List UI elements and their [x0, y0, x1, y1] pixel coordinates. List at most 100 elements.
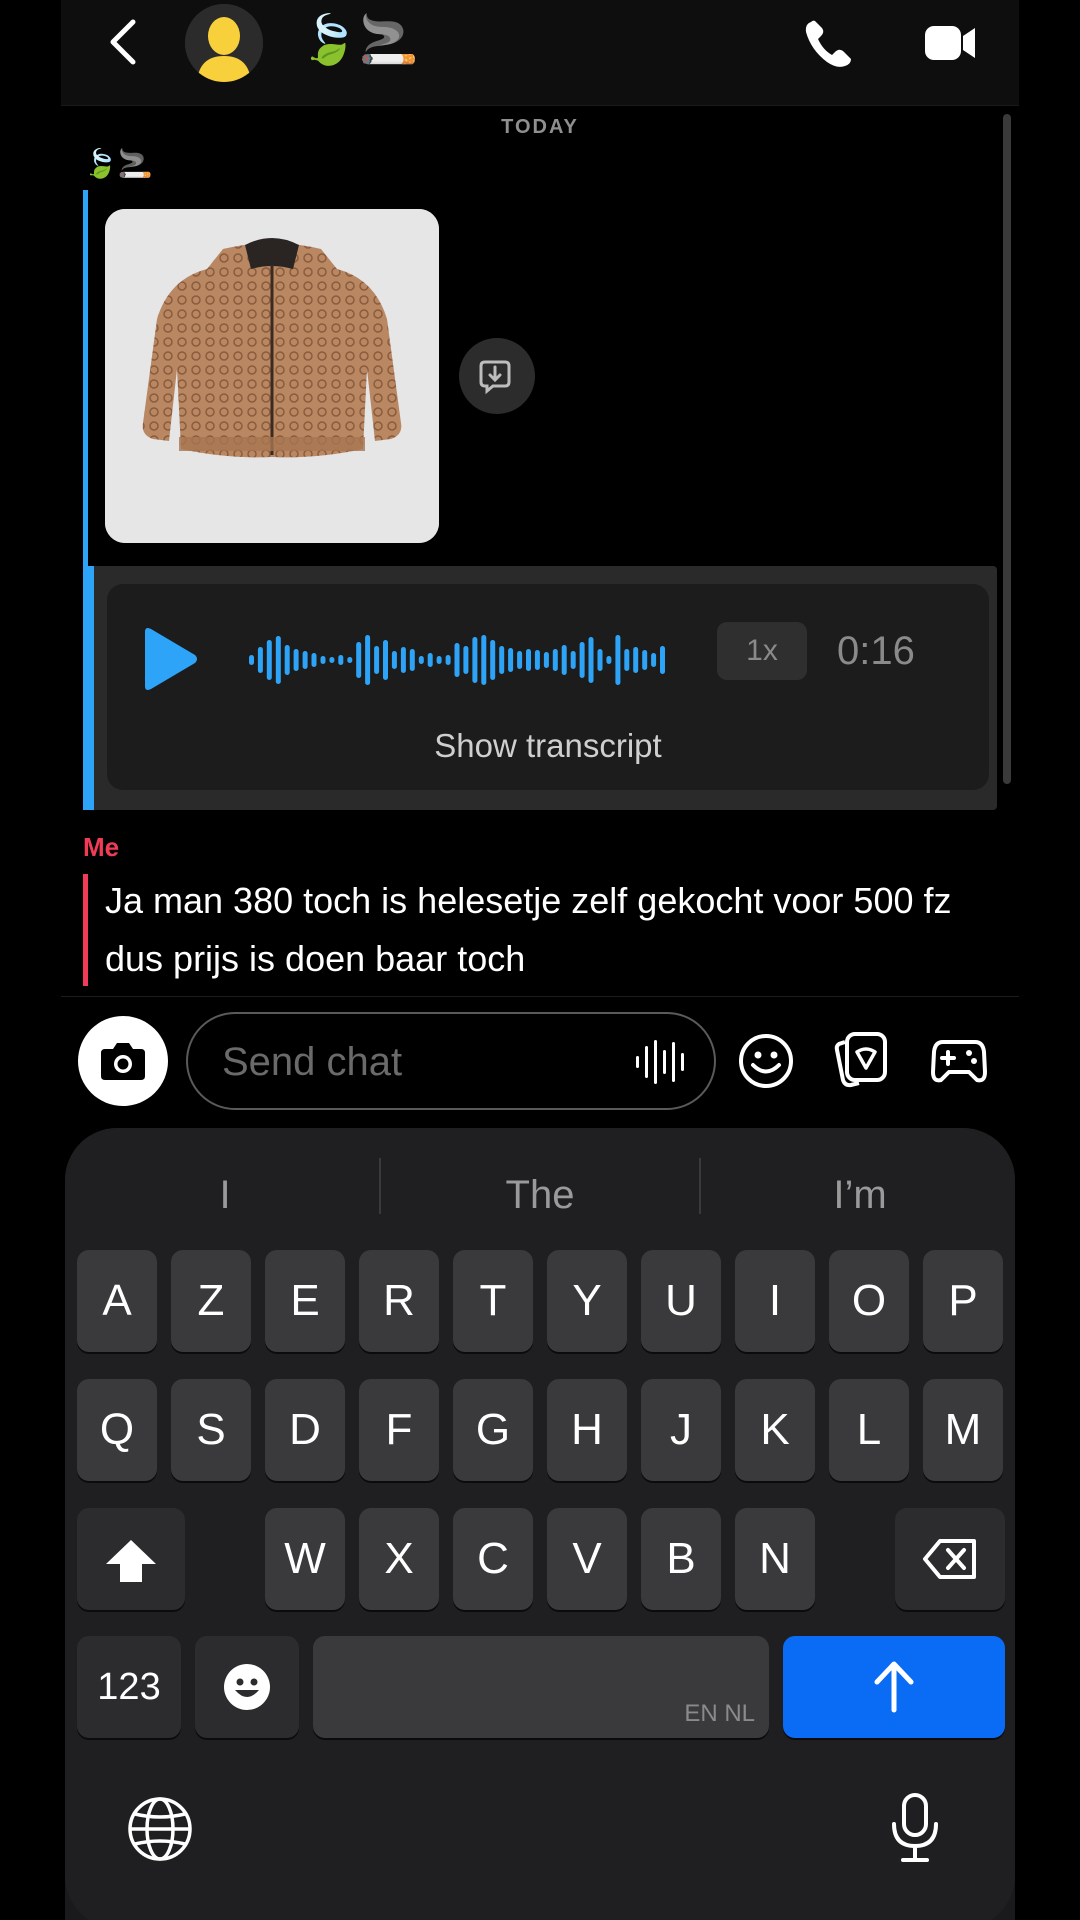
- suggestion-2[interactable]: The: [395, 1160, 685, 1230]
- sticker-button[interactable]: [833, 1030, 891, 1090]
- video-camera-icon: [925, 26, 975, 60]
- friend-message-bar: [83, 190, 88, 566]
- key-y[interactable]: Y: [547, 1250, 627, 1352]
- scrollbar[interactable]: [1003, 114, 1011, 784]
- waveform-bar: [311, 653, 317, 667]
- gamepad-icon: [931, 1040, 987, 1083]
- waveform-bar: [436, 656, 442, 664]
- my-message-bar: [83, 874, 88, 986]
- waveform-bar: [543, 652, 549, 668]
- my-message-text: Ja man 380 toch is helesetje zelf gekoch…: [105, 880, 952, 979]
- key-f[interactable]: F: [359, 1379, 439, 1481]
- games-button[interactable]: [931, 1036, 987, 1086]
- key-t[interactable]: T: [453, 1250, 533, 1352]
- waveform-bar: [347, 657, 353, 663]
- jacket-photo: [105, 209, 439, 543]
- waveform-bar: [651, 653, 657, 667]
- friend-avatar[interactable]: [185, 4, 263, 82]
- emoji-keyboard-icon: [224, 1664, 270, 1710]
- key-k[interactable]: K: [735, 1379, 815, 1481]
- voice-call-button[interactable]: [801, 18, 857, 70]
- key-c[interactable]: C: [453, 1508, 533, 1610]
- key-v[interactable]: V: [547, 1508, 627, 1610]
- play-button[interactable]: [137, 626, 199, 692]
- waveform-bar: [302, 651, 308, 669]
- key-n[interactable]: N: [735, 1508, 815, 1610]
- backspace-icon: [923, 1539, 976, 1579]
- voice-note-card: 1x 0:16 Show transcript: [107, 584, 989, 790]
- playback-speed-button[interactable]: 1x: [717, 622, 807, 680]
- backspace-key[interactable]: [895, 1508, 1005, 1610]
- waveform-bar: [249, 655, 254, 665]
- key-s[interactable]: S: [171, 1379, 251, 1481]
- chat-title[interactable]: 🍃🚬: [299, 10, 419, 70]
- waveform-bar: [365, 635, 371, 685]
- save-to-chat-icon: [479, 360, 511, 395]
- key-o[interactable]: O: [829, 1250, 909, 1352]
- key-q[interactable]: Q: [77, 1379, 157, 1481]
- waveform-bar: [463, 646, 469, 674]
- emoji-button[interactable]: [737, 1032, 795, 1090]
- key-g[interactable]: G: [453, 1379, 533, 1481]
- phone-icon: [805, 20, 851, 67]
- back-button[interactable]: [101, 16, 145, 68]
- chat-header: 🍃🚬: [61, 0, 1019, 106]
- key-e[interactable]: E: [265, 1250, 345, 1352]
- keyboard-panel: I The I’m 123 EN NL A Z E R T Y U I O P …: [65, 1128, 1015, 1920]
- key-x[interactable]: X: [359, 1508, 439, 1610]
- key-l[interactable]: L: [829, 1379, 909, 1481]
- show-transcript-button[interactable]: Show transcript: [107, 724, 989, 768]
- camera-button[interactable]: [78, 1016, 168, 1106]
- waveform-bar: [445, 655, 451, 665]
- dictation-key[interactable]: [889, 1792, 941, 1869]
- arrow-up-icon: [874, 1661, 914, 1713]
- key-h[interactable]: H: [547, 1379, 627, 1481]
- waveform-bar: [606, 656, 612, 664]
- waveform-bar: [526, 649, 531, 671]
- key-j[interactable]: J: [641, 1379, 721, 1481]
- waveform-bar: [400, 647, 406, 673]
- waveform-bar: [633, 647, 639, 673]
- send-key[interactable]: [783, 1636, 1005, 1738]
- audio-waveform[interactable]: [247, 624, 667, 696]
- suggestion-3[interactable]: I’m: [715, 1160, 1005, 1230]
- waveform-bar: [534, 650, 540, 670]
- globe-key[interactable]: [127, 1796, 193, 1867]
- waveform-bar: [660, 646, 665, 674]
- waveform-bar: [642, 650, 648, 670]
- space-bar[interactable]: EN NL: [313, 1636, 769, 1738]
- waveform-bar: [472, 637, 478, 683]
- waveform-bar: [356, 642, 362, 678]
- waveform-bar: [409, 649, 415, 671]
- image-message[interactable]: [105, 209, 439, 543]
- bitmoji-avatar-placeholder: [185, 4, 263, 82]
- waveform-bar: [597, 649, 603, 671]
- numbers-key[interactable]: 123: [77, 1636, 181, 1738]
- waveform-bar: [552, 649, 558, 671]
- waveform-bar: [284, 645, 290, 675]
- date-separator: TODAY: [501, 116, 579, 138]
- key-m[interactable]: M: [923, 1379, 1003, 1481]
- key-r[interactable]: R: [359, 1250, 439, 1352]
- key-a[interactable]: A: [77, 1250, 157, 1352]
- save-media-button[interactable]: [459, 338, 535, 414]
- waveform-bar: [624, 649, 630, 671]
- key-z[interactable]: Z: [171, 1250, 251, 1352]
- key-u[interactable]: U: [641, 1250, 721, 1352]
- emoji-key[interactable]: [195, 1636, 299, 1738]
- key-w[interactable]: W: [265, 1508, 345, 1610]
- video-call-button[interactable]: [923, 22, 979, 64]
- snapchat-chat-screen: 🍃🚬 TODAY 🍃🚬 1x 0:16 Show transcript Me J…: [61, 0, 1019, 1920]
- waveform-bar: [320, 656, 326, 664]
- waveform-bar: [418, 656, 424, 664]
- key-b[interactable]: B: [641, 1508, 721, 1610]
- suggestion-1[interactable]: I: [85, 1160, 365, 1230]
- waveform-bar: [588, 637, 594, 683]
- shift-key[interactable]: [77, 1508, 185, 1610]
- play-icon: [145, 628, 197, 690]
- key-i[interactable]: I: [735, 1250, 815, 1352]
- key-d[interactable]: D: [265, 1379, 345, 1481]
- key-p[interactable]: P: [923, 1250, 1003, 1352]
- chat-input-field[interactable]: Send chat: [186, 1012, 716, 1110]
- voice-waveform-icon[interactable]: [632, 1036, 692, 1088]
